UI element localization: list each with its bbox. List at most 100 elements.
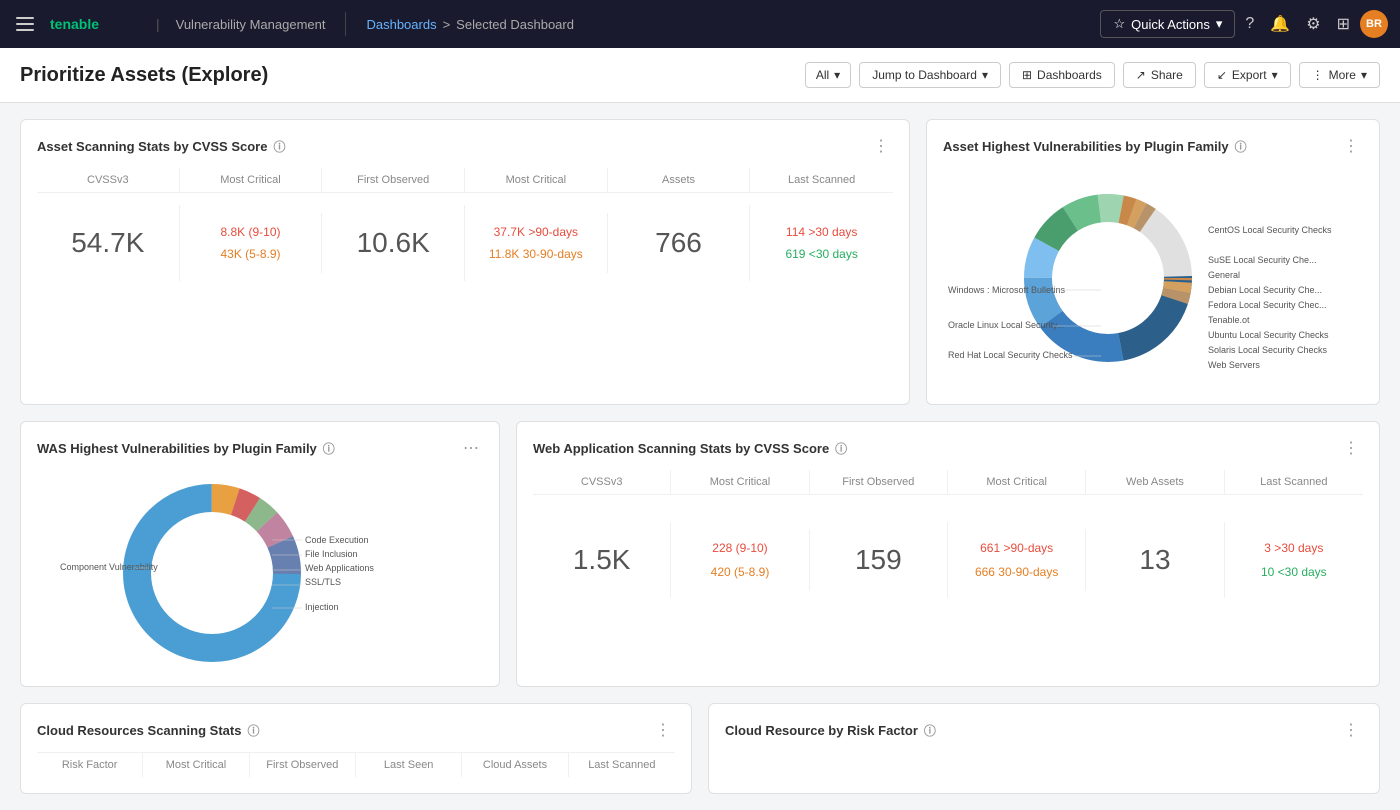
w4-col-most-critical-1: Most Critical	[671, 470, 809, 494]
asset-scanning-stats-widget: Asset Scanning Stats by CVSS Score ⓘ ⋮ C…	[20, 119, 910, 405]
filter-all-button[interactable]: All ▾	[805, 62, 851, 88]
w4-first-obs-top: 661 >90-days	[952, 541, 1081, 555]
jump-to-dashboard-button[interactable]: Jump to Dashboard ▾	[859, 62, 1001, 88]
w4-most-critical-top: 228 (9-10)	[675, 541, 804, 555]
svg-text:Injection: Injection	[305, 602, 339, 612]
w4-most-critical-bottom: 420 (5-8.9)	[675, 565, 804, 579]
widget2-info-icon[interactable]: ⓘ	[1235, 138, 1247, 155]
col-header-cvssv3: CVSSv3	[37, 168, 180, 192]
bell-icon: 🔔	[1270, 14, 1290, 34]
assets-value: 766	[608, 205, 751, 281]
main-content: Asset Scanning Stats by CVSS Score ⓘ ⋮ C…	[0, 103, 1400, 810]
widget6-menu-button[interactable]: ⋮	[1339, 720, 1363, 740]
widget1-menu-button[interactable]: ⋮	[869, 136, 893, 156]
col-header-most-critical-1: Most Critical	[180, 168, 323, 192]
dashboard-row-2: WAS Highest Vulnerabilities by Plugin Fa…	[20, 421, 1380, 687]
avatar-initials: BR	[1366, 18, 1382, 30]
widget4-col-headers: CVSSv3 Most Critical First Observed Most…	[533, 470, 1363, 495]
col-header-most-critical-2: Most Critical	[465, 168, 608, 192]
widget2-menu-button[interactable]: ⋮	[1339, 136, 1363, 156]
widget3-menu-button[interactable]: ⋯	[459, 438, 483, 458]
widget3-title: WAS Highest Vulnerabilities by Plugin Fa…	[37, 440, 335, 457]
export-button[interactable]: ↙ Export ▾	[1204, 62, 1291, 88]
first-observed-value: 10.6K	[322, 205, 465, 281]
web-app-scanning-stats-widget: Web Application Scanning Stats by CVSS S…	[516, 421, 1380, 687]
widget2-title: Asset Highest Vulnerabilities by Plugin …	[943, 138, 1247, 155]
widget5-info-icon[interactable]: ⓘ	[247, 722, 259, 739]
w4-most-critical-1: 228 (9-10) 420 (5-8.9)	[671, 529, 809, 591]
widget1-title: Asset Scanning Stats by CVSS Score ⓘ	[37, 138, 285, 155]
w5-col-cloud-assets: Cloud Assets	[462, 753, 568, 777]
widget1-data: 54.7K 8.8K (9-10) 43K (5-8.9) 10.6K 37.7…	[37, 193, 893, 293]
widget5-menu-button[interactable]: ⋮	[651, 720, 675, 740]
user-avatar[interactable]: BR	[1360, 10, 1388, 38]
col-header-assets: Assets	[608, 168, 751, 192]
svg-text:Solaris Local Security Checks: Solaris Local Security Checks	[1208, 345, 1328, 355]
plugin-family-donut-chart: Windows : Microsoft Bulletins Oracle Lin…	[943, 178, 1363, 378]
w5-col-last-scanned: Last Scanned	[569, 753, 675, 777]
svg-text:Web Applications: Web Applications	[305, 563, 374, 573]
svg-text:File Inclusion: File Inclusion	[305, 549, 358, 559]
export-chevron: ▾	[1272, 68, 1278, 82]
assets-big: 766	[612, 217, 746, 269]
apps-button[interactable]: ⊞	[1331, 8, 1356, 40]
breadcrumb-separator: >	[443, 17, 451, 32]
help-button[interactable]: ?	[1239, 9, 1260, 39]
col-header-last-scanned: Last Scanned	[750, 168, 893, 192]
widget4-info-icon[interactable]: ⓘ	[835, 440, 847, 457]
tenable-logo: tenable	[50, 13, 140, 35]
cvssv3-value: 54.7K	[37, 205, 180, 281]
dashboards-button[interactable]: ⊞ Dashboards	[1009, 62, 1115, 88]
breadcrumb-current: Selected Dashboard	[456, 17, 574, 32]
w4-assets-big: 13	[1090, 534, 1219, 586]
product-name: Vulnerability Management	[176, 17, 326, 32]
widget6-info-icon[interactable]: ⓘ	[924, 722, 936, 739]
w4-web-assets: 13	[1086, 522, 1224, 598]
notifications-button[interactable]: 🔔	[1264, 8, 1296, 40]
jump-chevron: ▾	[982, 68, 988, 82]
widget3-info-icon[interactable]: ⓘ	[323, 440, 335, 457]
filter-label: All	[816, 68, 829, 82]
widget4-data: 1.5K 228 (9-10) 420 (5-8.9) 159 661 >90-…	[533, 495, 1363, 625]
widget4-title: Web Application Scanning Stats by CVSS S…	[533, 440, 847, 457]
quick-actions-button[interactable]: ☆ Quick Actions ▾	[1100, 10, 1235, 38]
page-header: Prioritize Assets (Explore) All ▾ Jump t…	[0, 48, 1400, 103]
dashboard-row-3: Cloud Resources Scanning Stats ⓘ ⋮ Risk …	[20, 703, 1380, 794]
svg-text:CentOS Local Security Checks: CentOS Local Security Checks	[1208, 225, 1332, 235]
w4-col-last-scanned: Last Scanned	[1225, 470, 1363, 494]
hamburger-menu[interactable]	[12, 13, 38, 35]
more-dots-icon: ⋮	[1312, 68, 1324, 82]
widget1-col-headers: CVSSv3 Most Critical First Observed Most…	[37, 168, 893, 193]
last-scanned-value: 114 >30 days 619 <30 days	[750, 213, 893, 273]
help-icon: ?	[1245, 15, 1254, 33]
was-donut-chart: Component Vulnerability Code Execution F…	[57, 475, 457, 665]
widget1-header: Asset Scanning Stats by CVSS Score ⓘ ⋮	[37, 136, 893, 156]
widget1-info-icon[interactable]: ⓘ	[273, 138, 285, 155]
w4-col-first-observed: First Observed	[810, 470, 948, 494]
w4-first-obs-bottom: 666 30-90-days	[952, 565, 1081, 579]
dashboards-icon: ⊞	[1022, 68, 1032, 82]
most-critical-1-value: 8.8K (9-10) 43K (5-8.9)	[180, 213, 323, 273]
first-obs-big: 10.6K	[326, 217, 460, 269]
export-icon: ↙	[1217, 68, 1227, 82]
nav-divider	[345, 12, 346, 36]
gear-icon: ⚙	[1306, 14, 1320, 34]
quick-actions-chevron: ▾	[1216, 16, 1223, 32]
widget5-title: Cloud Resources Scanning Stats ⓘ	[37, 722, 259, 739]
cvssv3-big-number: 54.7K	[41, 217, 175, 269]
w5-col-first-observed: First Observed	[250, 753, 356, 777]
svg-text:Component Vulnerability: Component Vulnerability	[60, 562, 158, 572]
breadcrumb: Dashboards > Selected Dashboard	[366, 17, 574, 32]
w4-cvssv3: 1.5K	[533, 522, 671, 598]
svg-text:General: General	[1208, 270, 1240, 280]
more-button[interactable]: ⋮ More ▾	[1299, 62, 1380, 88]
share-button[interactable]: ↗ Share	[1123, 62, 1196, 88]
settings-button[interactable]: ⚙	[1300, 8, 1326, 40]
toolbar: All ▾ Jump to Dashboard ▾ ⊞ Dashboards ↗…	[805, 62, 1380, 88]
widget4-menu-button[interactable]: ⋮	[1339, 438, 1363, 458]
breadcrumb-parent[interactable]: Dashboards	[366, 17, 436, 32]
w4-col-web-assets: Web Assets	[1086, 470, 1224, 494]
w5-col-risk-factor: Risk Factor	[37, 753, 143, 777]
dashboard-row-1: Asset Scanning Stats by CVSS Score ⓘ ⋮ C…	[20, 119, 1380, 405]
svg-text:SuSE Local Security Che...: SuSE Local Security Che...	[1208, 255, 1317, 265]
